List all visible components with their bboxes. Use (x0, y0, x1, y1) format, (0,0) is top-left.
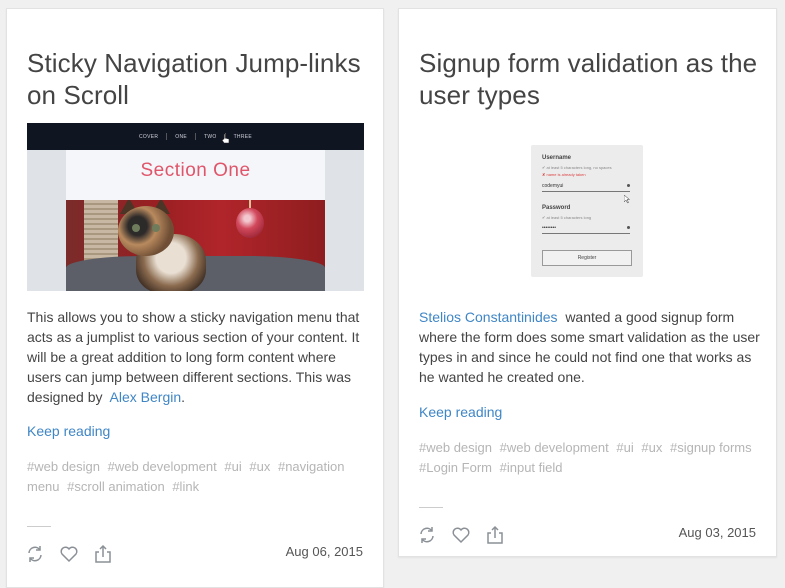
demo-password-field: •••••••• (542, 223, 630, 234)
demo-password-label: Password (542, 205, 571, 211)
demo-signup-form: Username ✔ at least 5 characters long, n… (531, 145, 643, 277)
keep-reading-link[interactable]: Keep reading (419, 404, 502, 420)
post-card: Signup form validation as the user types… (398, 8, 777, 557)
demo-username-value: codemyui (542, 183, 564, 189)
tag-link[interactable]: #input field (500, 460, 563, 475)
demo-register-button: Register (542, 250, 632, 266)
demo-username-field: codemyui (542, 181, 630, 192)
tag-link[interactable]: #Login Form (419, 460, 492, 475)
tag-link[interactable]: #ui (616, 440, 633, 455)
demo-nav-item: COVER (138, 133, 159, 140)
retweet-icon[interactable] (25, 544, 45, 564)
tag-link[interactable]: #link (172, 479, 199, 494)
demo-username-error: ✘ name is already taken (542, 172, 586, 177)
description-text: . (181, 389, 186, 405)
author-link[interactable]: Stelios Constantinides (419, 309, 558, 325)
post-date: Aug 06, 2015 (285, 544, 363, 559)
author-link[interactable]: Alex Bergin (110, 389, 182, 405)
post-actions (25, 544, 113, 564)
share-icon[interactable] (485, 525, 505, 545)
tag-link[interactable]: #ux (249, 459, 270, 474)
description-text: This allows you to show a sticky navigat… (27, 309, 360, 405)
cursor-icon (624, 195, 630, 204)
tag-list: #web design #web development #ui #ux #si… (419, 438, 760, 478)
post-thumbnail[interactable]: COVER ONE TWO THREE Section One (27, 123, 364, 291)
tag-link[interactable]: #web development (500, 440, 609, 455)
demo-password-hint: ✔ at least 5 characters long (542, 215, 592, 220)
tag-link[interactable]: #web design (419, 440, 492, 455)
share-icon[interactable] (93, 544, 113, 564)
post-date: Aug 03, 2015 (678, 525, 756, 540)
kitten-photo (66, 200, 325, 291)
keep-reading-link[interactable]: Keep reading (27, 423, 110, 439)
tag-link[interactable]: #ux (641, 440, 662, 455)
demo-nav-bar: COVER ONE TWO THREE (27, 123, 364, 150)
post-title[interactable]: Signup form validation as the user types (419, 47, 760, 111)
tag-link[interactable]: #scroll animation (67, 479, 165, 494)
tag-list: #web design #web development #ui #ux #na… (27, 457, 367, 497)
heart-icon[interactable] (59, 544, 79, 564)
tag-link[interactable]: #ui (224, 459, 241, 474)
demo-nav-item: ONE (175, 133, 187, 140)
demo-username-hint: ✔ at least 5 characters long, no spaces (542, 165, 612, 170)
heart-icon[interactable] (451, 525, 471, 545)
demo-nav-item: THREE (233, 133, 253, 140)
tag-link[interactable]: #web design (27, 459, 100, 474)
hand-cursor-icon (222, 134, 230, 144)
tag-link[interactable]: #web development (108, 459, 217, 474)
demo-section: Section One (66, 150, 325, 291)
post-title[interactable]: Sticky Navigation Jump-links on Scroll (27, 47, 367, 111)
post-card: Sticky Navigation Jump-links on Scroll C… (6, 8, 384, 588)
demo-password-value: •••••••• (542, 225, 557, 231)
divider (419, 507, 443, 508)
demo-username-label: Username (542, 155, 572, 161)
tag-link[interactable]: #signup forms (670, 440, 752, 455)
post-description: This allows you to show a sticky navigat… (27, 307, 367, 407)
retweet-icon[interactable] (417, 525, 437, 545)
post-thumbnail[interactable]: Username ✔ at least 5 characters long, n… (419, 123, 756, 291)
post-actions (417, 525, 505, 545)
divider (27, 526, 51, 527)
demo-section-title: Section One (140, 160, 251, 181)
post-description: Stelios Constantinides wanted a good sig… (419, 307, 760, 387)
demo-nav-item: TWO (204, 133, 217, 140)
